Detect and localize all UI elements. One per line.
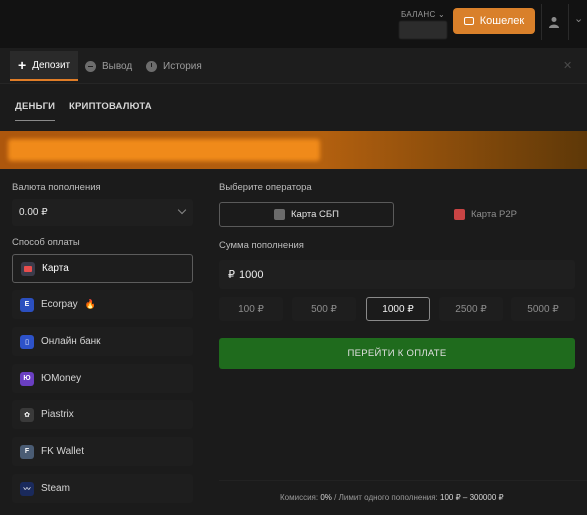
preset-1000[interactable]: 1000 ₽ — [366, 297, 430, 321]
preset-500[interactable]: 500 ₽ — [292, 297, 356, 321]
bank-icon: ▯ — [20, 334, 34, 349]
method-yumoney[interactable]: Ю ЮMoney — [12, 364, 193, 393]
preset-100[interactable]: 100 ₽ — [219, 297, 283, 321]
close-icon[interactable]: ✕ — [563, 59, 572, 72]
method-piastrix[interactable]: ✿ Piastrix — [12, 400, 193, 429]
method-fk-wallet[interactable]: F FK Wallet — [12, 437, 193, 466]
sbp-icon — [274, 209, 285, 220]
steam-icon: 〰 — [20, 481, 34, 496]
preset-2500[interactable]: 2500 ₽ — [439, 297, 503, 321]
minus-circle-icon — [85, 60, 96, 72]
tab-crypto[interactable]: КРИПТОВАЛЮТА — [69, 101, 152, 112]
card-icon — [21, 261, 35, 276]
fire-icon: 🔥 — [84, 299, 96, 309]
tab-money[interactable]: ДЕНЬГИ — [15, 101, 56, 121]
amount-input[interactable]: ₽ 1000 — [219, 260, 575, 289]
plus-icon: + — [18, 57, 27, 73]
balance-value — [399, 21, 447, 39]
preset-5000[interactable]: 5000 ₽ — [511, 297, 575, 321]
wallet-button[interactable]: Кошелек — [453, 8, 535, 34]
payment-method-label: Способ оплаты — [12, 237, 80, 248]
tab-deposit[interactable]: + Депозит — [10, 51, 79, 81]
currency-label: Валюта пополнения — [12, 182, 101, 193]
divider — [568, 4, 569, 40]
currency-symbol: ₽ — [228, 269, 235, 281]
tab-withdraw[interactable]: Вывод — [85, 48, 132, 84]
method-card[interactable]: Карта — [12, 254, 193, 283]
p2p-icon — [453, 209, 465, 220]
chevron-down-icon[interactable]: ⌄ — [574, 12, 583, 25]
proceed-to-payment-button[interactable]: ПЕРЕЙТИ К ОПЛАТЕ — [219, 338, 575, 369]
user-icon — [549, 17, 559, 28]
currency-select[interactable]: 0.00 ₽ — [12, 199, 193, 226]
method-steam[interactable]: 〰 Steam — [12, 474, 193, 503]
wallet-icon — [463, 17, 474, 25]
operator-p2p[interactable]: Карта P2P — [398, 202, 573, 227]
chevron-down-icon — [177, 205, 187, 215]
piastrix-icon: ✿ — [20, 407, 34, 422]
operator-label: Выберите оператора — [219, 182, 312, 193]
divider — [541, 4, 542, 40]
method-ecorpay[interactable]: E Ecorpay 🔥 — [12, 290, 193, 319]
promo-banner[interactable] — [0, 131, 587, 169]
balance-label[interactable]: БАЛАНС ⌄ — [401, 10, 445, 19]
method-online-bank[interactable]: ▯ Онлайн банк — [12, 327, 193, 356]
deposit-tabs: + Депозит Вывод История ✕ — [0, 48, 587, 84]
banner-text — [8, 139, 320, 161]
amount-value: 1000 — [239, 268, 264, 281]
user-button[interactable] — [544, 12, 564, 32]
ecorpay-icon: E — [20, 297, 34, 312]
fk-wallet-icon: F — [20, 444, 34, 459]
amount-label: Сумма пополнения — [219, 240, 304, 251]
clock-icon — [146, 60, 157, 72]
top-bar: БАЛАНС ⌄ Кошелек ⌄ — [0, 0, 587, 48]
operator-sbp[interactable]: Карта СБП — [219, 202, 394, 227]
divider — [219, 480, 587, 481]
yumoney-icon: Ю — [20, 371, 34, 386]
tab-history[interactable]: История — [146, 48, 202, 84]
payment-type-tabs: ДЕНЬГИ КРИПТОВАЛЮТА — [0, 84, 587, 130]
deposit-limits-info: Комиссия: 0% / Лимит одного пополнения: … — [280, 493, 504, 502]
